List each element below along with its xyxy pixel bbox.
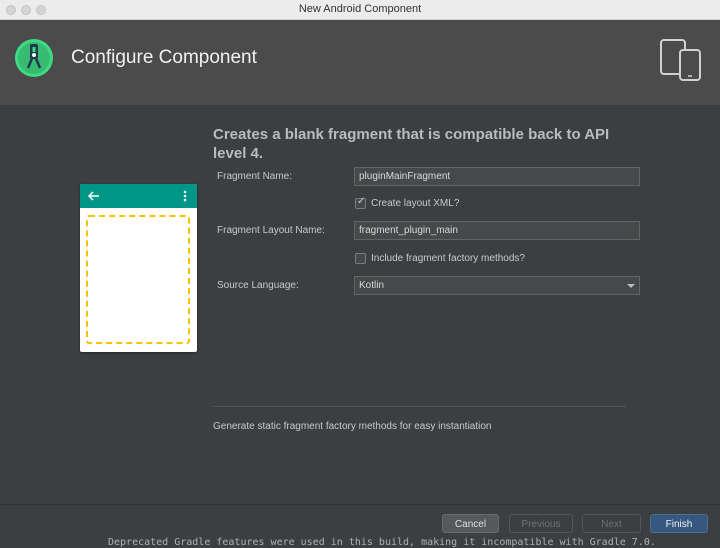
fragment-preview [80,184,197,352]
android-studio-logo-icon [15,39,53,77]
layout-name-input[interactable]: fragment_plugin_main [354,221,640,240]
dropdown-arrow-icon [627,284,635,288]
header-title: Configure Component [71,47,257,68]
layout-name-label: Fragment Layout Name: [217,225,325,236]
checkmark-icon: ✓ [357,196,366,207]
wizard-header: Configure Component [0,20,720,105]
devices-icon [660,39,701,81]
create-layout-checkbox[interactable]: ✓ [355,196,366,209]
factory-methods-checkbox[interactable] [355,253,366,264]
source-language-select[interactable]: Kotlin [354,276,640,295]
finish-button[interactable]: Finish [650,514,708,533]
previous-button[interactable]: Previous [509,514,573,533]
description-divider [213,406,626,407]
console-output-text: Deprecated Gradle features were used in … [108,537,656,548]
cancel-button[interactable]: Cancel [442,514,499,533]
create-layout-label: Create layout XML? [371,198,460,209]
fragment-placeholder [86,215,190,344]
window-title: New Android Component [298,3,422,15]
preview-app-bar [80,184,197,208]
overflow-menu-icon [183,190,187,202]
fragment-name-input[interactable]: pluginMainFragment [354,167,640,186]
fragment-name-label: Fragment Name: [217,171,293,182]
factory-methods-label: Include fragment factory methods? [371,253,525,264]
page-heading: Creates a blank fragment that is compati… [213,126,610,162]
next-button[interactable]: Next [582,514,641,533]
back-arrow-icon [87,191,99,201]
field-description: Generate static fragment factory methods… [213,421,492,432]
source-language-label: Source Language: [217,280,299,291]
source-language-value: Kotlin [359,280,385,291]
window-titlebar: New Android Component [0,0,720,20]
